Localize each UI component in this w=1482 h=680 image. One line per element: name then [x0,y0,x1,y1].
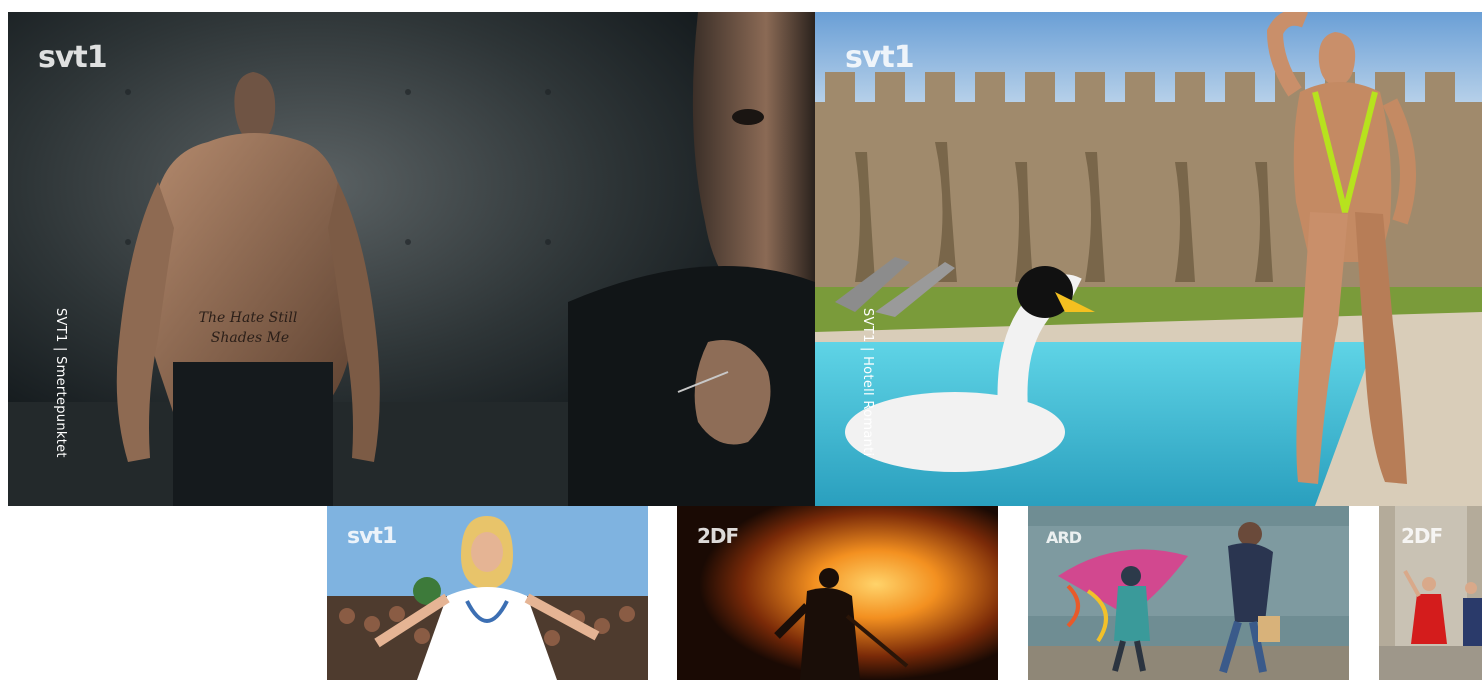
ard-logo: ARD [1046,528,1082,547]
featured-caption: SVT1 | Hotell Romanti [860,308,875,457]
tattoo-line-1: The Hate Still [199,310,298,326]
program-tile-1[interactable]: svt1 [327,506,648,680]
svt1-logo: svt1 [347,524,397,549]
featured-caption: SVT1 | Smertepunktet [53,308,68,458]
featured-tile-smertepunktet[interactable]: The Hate Still Shades Me svt1 SVT1 | Sme… [8,12,815,506]
svt1-logo: svt1 [845,40,915,75]
program-tile-3[interactable]: ARD [1028,506,1349,680]
featured-image-smertepunktet: The Hate Still Shades Me [8,12,815,506]
featured-image-hotell [815,12,1482,506]
program-tile-4[interactable]: 2DF [1379,506,1482,680]
zdf-logo: 2DF [697,524,739,548]
featured-tile-hotell[interactable]: svt1 SVT1 | Hotell Romanti [815,12,1482,506]
svt1-logo: svt1 [38,40,108,75]
program-tile-2[interactable]: 2DF [677,506,998,680]
tattoo-line-2: Shades Me [211,330,289,346]
zdf-logo: 2DF [1401,524,1443,548]
